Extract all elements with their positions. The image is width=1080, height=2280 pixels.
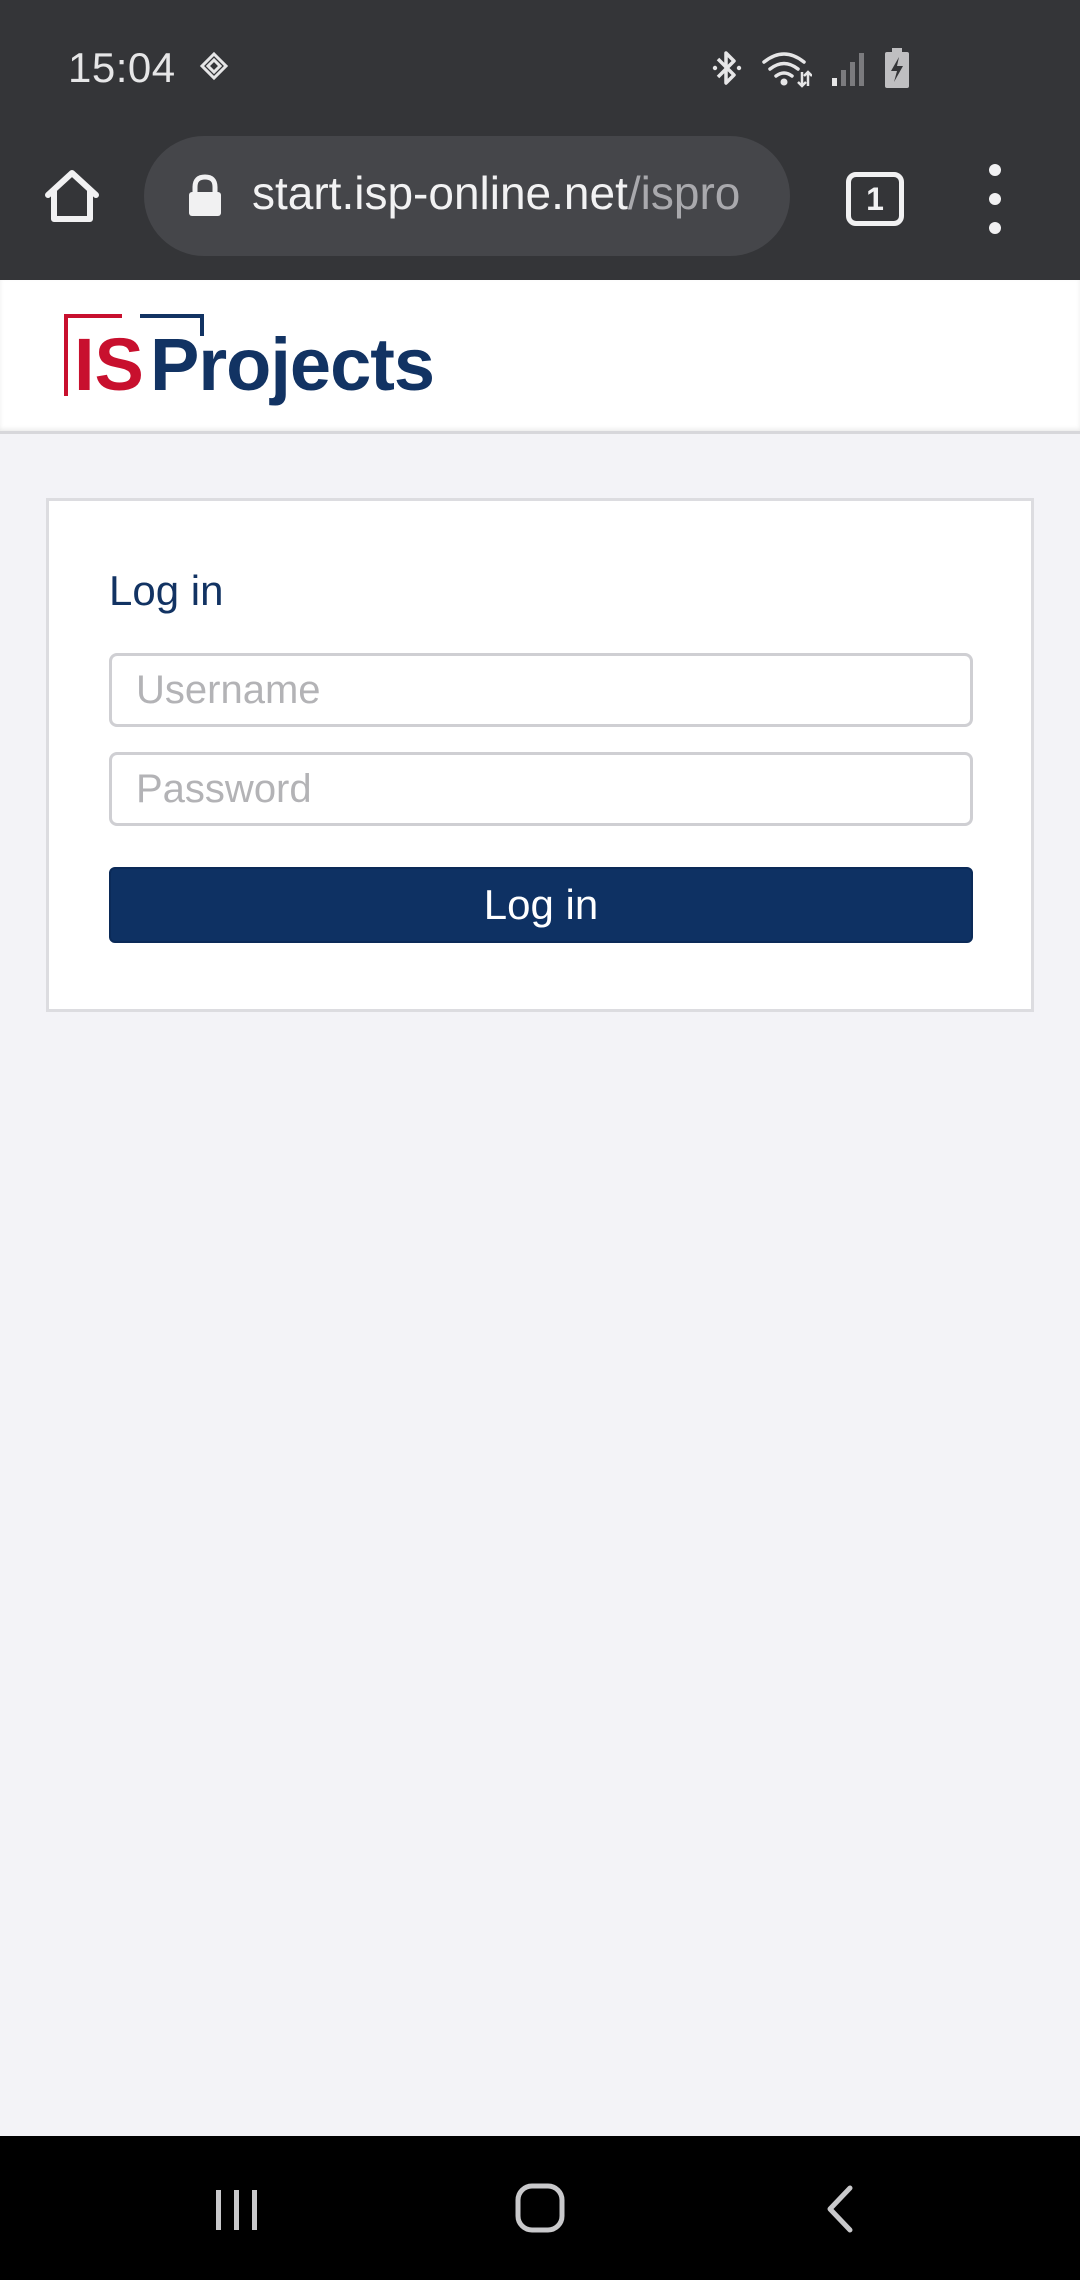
site-header: IS Projects [0, 280, 1080, 434]
password-input[interactable] [109, 752, 973, 826]
home-icon [45, 170, 99, 222]
status-bar: 15:04 [0, 0, 1080, 136]
bluetooth-icon [712, 51, 742, 85]
overflow-menu-icon-dot [989, 164, 1001, 176]
overflow-menu-button[interactable] [974, 164, 1016, 234]
browser-chrome: 15:04 start.isp-online.net/ispro 1 [0, 0, 1080, 280]
battery-charging-icon [885, 48, 909, 88]
logo-text-projects: Projects [150, 323, 432, 406]
home-nav-icon[interactable] [514, 2180, 566, 2236]
recents-icon[interactable] [212, 2186, 262, 2234]
signal-icon [832, 53, 864, 86]
login-button[interactable]: Log in [109, 867, 973, 943]
address-bar[interactable]: start.isp-online.net/ispro [144, 136, 790, 256]
tabs-button[interactable]: 1 [846, 172, 904, 226]
isprojects-logo[interactable]: IS Projects [62, 310, 432, 410]
navigation-bar [0, 2136, 1080, 2280]
login-card: Log in Log in [46, 498, 1034, 1012]
login-title: Log in [109, 567, 224, 614]
home-button[interactable] [36, 160, 108, 232]
tab-count: 1 [866, 180, 884, 217]
url-host: start.isp-online.net [252, 167, 628, 219]
url-path: /ispro [627, 167, 741, 219]
overflow-menu-icon-dot [989, 193, 1001, 205]
login-button-label: Log in [483, 881, 599, 928]
logo-text-is: IS [74, 323, 144, 406]
back-icon[interactable] [820, 2182, 860, 2236]
status-icons [712, 46, 910, 90]
overflow-menu-icon-dot [989, 222, 1001, 234]
url-text: start.isp-online.net/ispro [252, 166, 772, 220]
wifi-icon [762, 52, 812, 88]
lock-icon [189, 174, 221, 216]
status-time: 15:04 [68, 44, 176, 91]
username-input[interactable] [109, 653, 973, 727]
sync-icon [199, 51, 229, 81]
url-bar-row: start.isp-online.net/ispro 1 [0, 136, 1080, 280]
